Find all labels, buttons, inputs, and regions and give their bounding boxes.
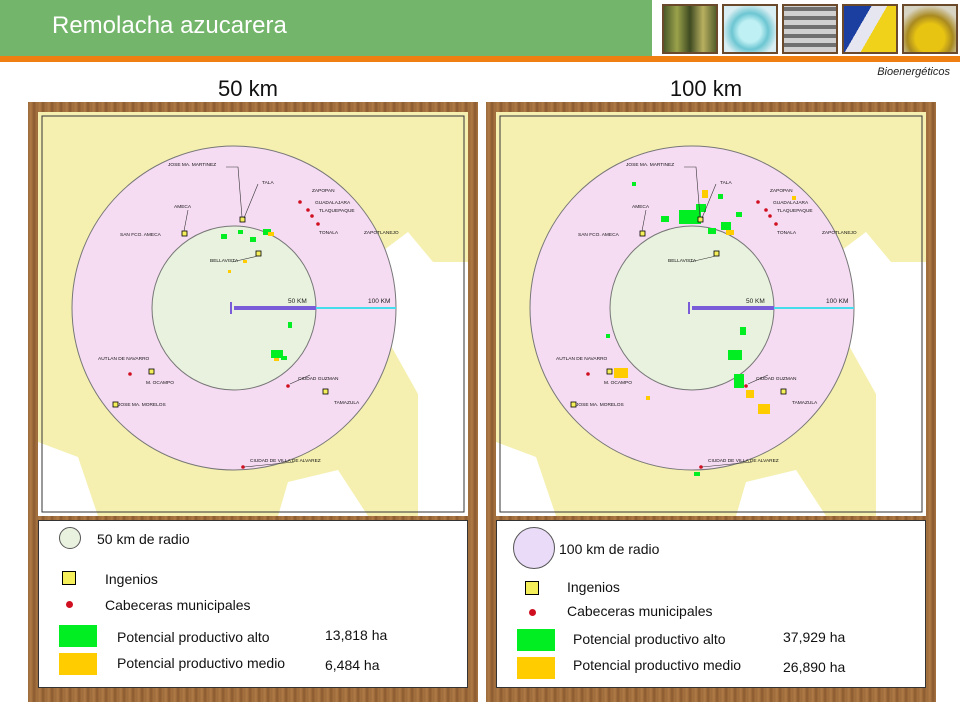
radius-100-swatch [513, 527, 555, 569]
mill-symbol [62, 571, 76, 585]
medium-potential-swatch [517, 657, 555, 679]
label-autlan-de-navarro: AUTLAN DE NAVARRO [98, 356, 150, 362]
map-frame-100: 50 KM 100 KM JOSE MA. MARTINEZ TALA AMEC… [486, 102, 936, 702]
thumbnail-crop-image [662, 4, 718, 54]
map-100-svg: 50 KM 100 KM JOSE MA. MARTINEZ TALA AMEC… [496, 112, 926, 516]
legend-high-label: Potencial productivo alto [117, 629, 270, 645]
radius-50-swatch [59, 527, 81, 549]
legend-radius-label: 50 km de radio [97, 531, 190, 547]
label-jose-ma-martinez: JOSE MA. MARTINEZ [626, 162, 674, 168]
legend-radius-label: 100 km de radio [559, 541, 660, 557]
label-autlan-de-navarro: AUTLAN DE NAVARRO [556, 356, 608, 362]
label-tala: TALA [720, 180, 732, 186]
label-tlaquepaque: TLAQUEPAQUE [319, 208, 355, 214]
header-thumbnails [662, 4, 958, 56]
label-tamazula: TAMAZULA [334, 400, 360, 406]
high-potential-swatch [517, 629, 555, 651]
label-tonala: TONALA [777, 230, 797, 236]
ring-label-100: 100 KM [826, 298, 848, 305]
label-ameca: AMECA [174, 204, 192, 210]
thumbnail-pipes-image [782, 4, 838, 54]
map-100: 50 KM 100 KM JOSE MA. MARTINEZ TALA AMEC… [496, 112, 926, 516]
label-ciudad-guzman: CIUDAD GUZMAN [298, 376, 339, 382]
medium-potential-swatch [59, 653, 97, 675]
label-tlaquepaque: TLAQUEPAQUE [777, 208, 813, 214]
legend-high-label: Potencial productivo alto [573, 631, 726, 647]
high-potential-swatch [59, 625, 97, 647]
thumbnail-oil-image [902, 4, 958, 54]
label-m-ocampo: M. OCAMPO [604, 380, 632, 386]
ring-label-50: 50 KM [746, 298, 765, 305]
ring-label-100: 100 KM [368, 298, 390, 305]
mill-symbol [525, 581, 539, 595]
label-ciudad-de-villa-de-alvarez: CIUDAD DE VILLA DE ALVAREZ [250, 458, 321, 464]
legend-mills-label: Ingenios [567, 579, 620, 595]
label-tala: TALA [262, 180, 274, 186]
label-bellavista: BELLAVISTA [210, 258, 239, 264]
legend-medium-label: Potencial productivo medio [117, 655, 286, 671]
legend-towns-label: Cabeceras municipales [567, 603, 713, 619]
label-guadalajara: GUADALAJARA [315, 200, 351, 206]
label-tamazula: TAMAZULA [792, 400, 818, 406]
map-title-100: 100 km [669, 76, 743, 101]
label-zapotlanejo: ZAPOTLANEJO [364, 230, 399, 236]
label-m-ocampo: M. OCAMPO [146, 380, 174, 386]
label-jose-ma-morelos: JOSE MA. MORELOS [118, 402, 166, 408]
map-title-50: 50 km [218, 76, 278, 101]
label-zapotlanejo: ZAPOTLANEJO [822, 230, 857, 236]
header-divider [0, 56, 960, 62]
label-zapopan: ZAPOPAN [312, 188, 335, 194]
label-tonala: TONALA [319, 230, 339, 236]
legend-100: 100 km de radio Ingenios Cabeceras munic… [496, 520, 926, 688]
map-50: 50 KM 100 KM JOSE MA. MARTINEZ TALA AMEC… [38, 112, 468, 516]
town-symbol [529, 609, 536, 616]
ring-label-50: 50 KM [288, 298, 307, 305]
thumbnail-bottle-image [722, 4, 778, 54]
brand-label: Bioenergéticos [877, 66, 950, 78]
thumbnail-flasks-image [842, 4, 898, 54]
label-ciudad-guzman: CIUDAD GUZMAN [756, 376, 797, 382]
legend-high-value: 13,818 ha [325, 627, 388, 643]
legend-medium-value: 26,890 ha [783, 659, 846, 675]
legend-mills-label: Ingenios [105, 571, 158, 587]
label-san-fco-ameca: SAN FCO. AMECA [578, 232, 620, 238]
page-title: Remolacha azucarera [52, 12, 287, 39]
legend-high-value: 37,929 ha [783, 629, 846, 645]
label-guadalajara: GUADALAJARA [773, 200, 809, 206]
label-ameca: AMECA [632, 204, 650, 210]
legend-50: 50 km de radio Ingenios Cabeceras munici… [38, 520, 468, 688]
label-jose-ma-morelos: JOSE MA. MORELOS [576, 402, 624, 408]
legend-towns-label: Cabeceras municipales [105, 597, 251, 613]
label-zapopan: ZAPOPAN [770, 188, 793, 194]
map-50-svg: 50 KM 100 KM JOSE MA. MARTINEZ TALA AMEC… [38, 112, 468, 516]
town-symbol [66, 601, 73, 608]
label-jose-ma-martinez: JOSE MA. MARTINEZ [168, 162, 216, 168]
label-bellavista: BELLAVISTA [668, 258, 697, 264]
label-ciudad-de-villa-de-alvarez: CIUDAD DE VILLA DE ALVAREZ [708, 458, 779, 464]
legend-medium-label: Potencial productivo medio [573, 657, 742, 673]
map-frame-50: 50 KM 100 KM JOSE MA. MARTINEZ TALA AMEC… [28, 102, 478, 702]
legend-medium-value: 6,484 ha [325, 657, 380, 673]
label-san-fco-ameca: SAN FCO. AMECA [120, 232, 162, 238]
